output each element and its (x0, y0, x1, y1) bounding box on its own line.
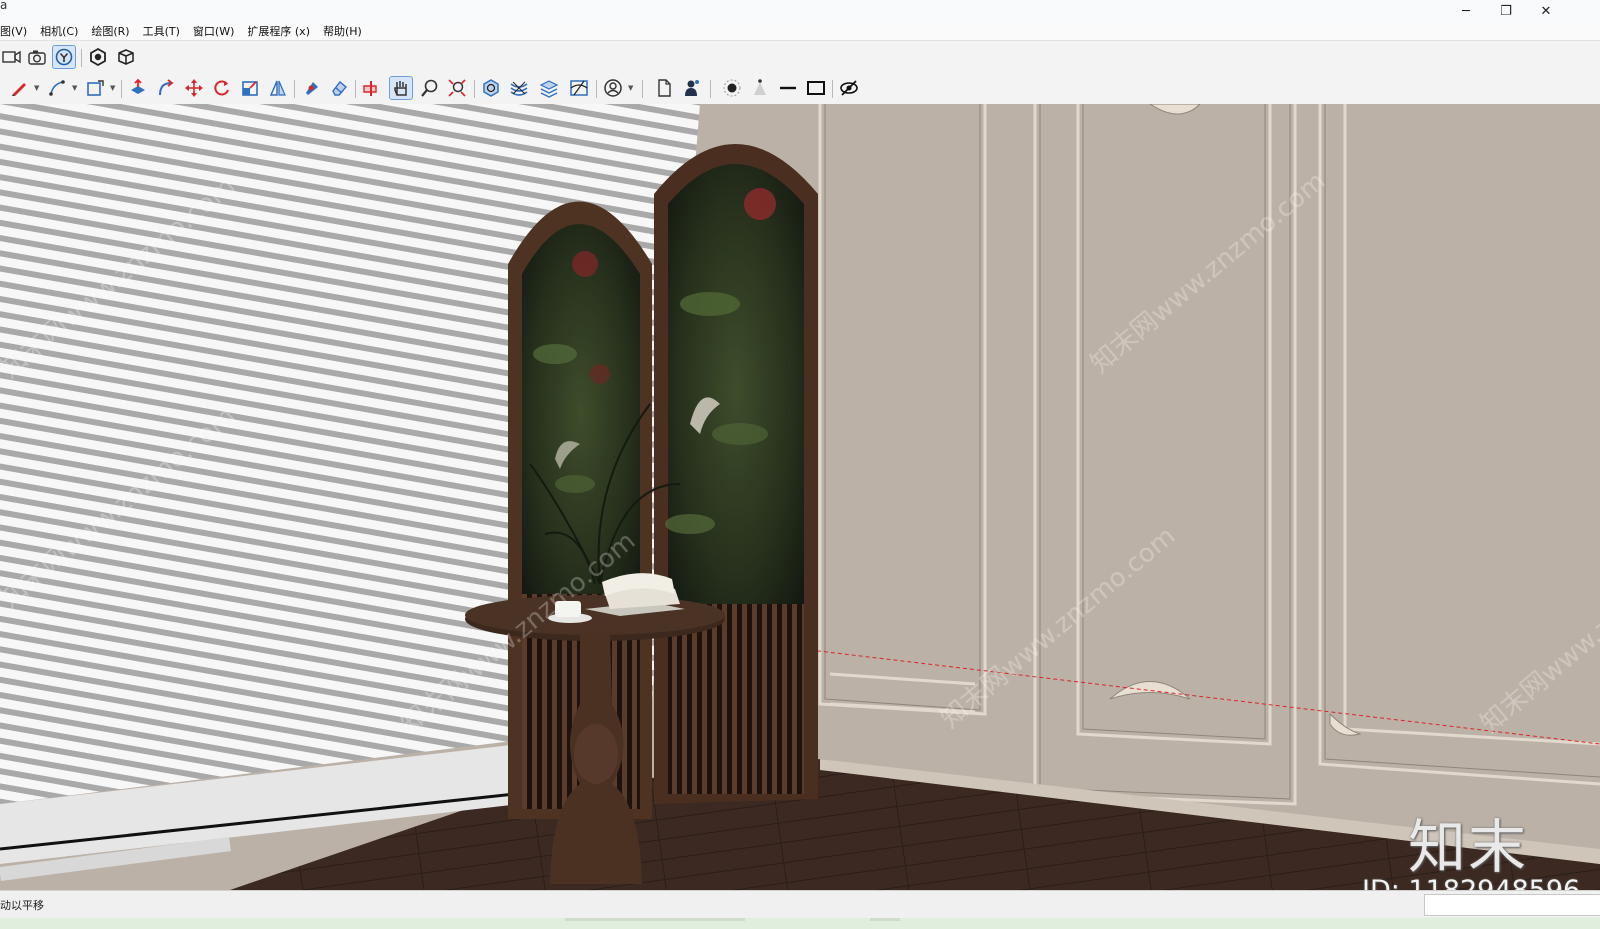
window-title: a (0, 0, 8, 12)
paint-icon[interactable] (299, 76, 323, 100)
components-icon[interactable] (86, 45, 110, 69)
sun-icon[interactable] (720, 76, 744, 100)
account-icon[interactable] (601, 76, 625, 100)
rotate-icon[interactable] (210, 76, 234, 100)
camera-preview-icon[interactable] (0, 45, 24, 69)
solid-tools-icon[interactable] (479, 76, 503, 100)
menu-view[interactable]: 图(V) (0, 23, 27, 39)
screenshot-camera-icon[interactable] (25, 45, 49, 69)
title-bar: a ─ ❐ ✕ (0, 0, 1600, 22)
account-dropdown-icon[interactable]: ▼ (628, 84, 635, 92)
menu-window[interactable]: 窗口(W) (193, 23, 234, 39)
menu-bar: 图(V) 相机(C) 绘图(R) 工具(T) 窗口(W) 扩展程序 (x) 帮助… (0, 22, 1600, 40)
measurements-box[interactable] (1424, 894, 1600, 916)
watermark-brand: 知末 (1408, 813, 1529, 881)
toolbar-main: ▼ ▼ ▼ ▼ (0, 72, 1600, 105)
move-icon[interactable] (182, 76, 206, 100)
3d-warehouse-icon[interactable] (114, 45, 138, 69)
zoom-extents-icon[interactable] (445, 76, 469, 100)
user-icon[interactable] (680, 76, 704, 100)
close-button[interactable]: ✕ (1526, 0, 1566, 22)
toolbar-top (0, 40, 1600, 73)
frame-icon[interactable] (804, 76, 828, 100)
follow-me-icon[interactable] (154, 76, 178, 100)
rectangle-dropdown-icon[interactable]: ▼ (110, 84, 117, 92)
shadow-icon[interactable] (748, 76, 772, 100)
page-icon[interactable] (652, 76, 676, 100)
scale-icon[interactable] (238, 76, 262, 100)
scenes-icon[interactable] (567, 76, 591, 100)
zoom-icon[interactable] (418, 76, 442, 100)
status-hint: 动以平移 (0, 899, 44, 912)
line-style-icon[interactable] (776, 76, 800, 100)
menu-tools[interactable]: 工具(T) (143, 23, 180, 39)
mirror-icon[interactable] (266, 76, 290, 100)
pan-icon[interactable] (389, 76, 413, 100)
push-pull-icon[interactable] (126, 76, 150, 100)
taskbar-mark (565, 918, 745, 921)
pencil-icon[interactable] (7, 76, 31, 100)
sandbox-icon[interactable] (507, 76, 531, 100)
menu-extensions[interactable]: 扩展程序 (x) (247, 23, 310, 39)
taskbar-strip (0, 918, 1600, 929)
line-icon[interactable] (45, 76, 69, 100)
status-bar: 动以平移 (0, 890, 1600, 918)
hidden-icon[interactable] (837, 76, 861, 100)
taskbar-mark-small (870, 918, 900, 921)
menu-draw[interactable]: 绘图(R) (91, 23, 129, 39)
scene-render: 知末网www.znzmo.com 知末网www.znzmo.com 知末网www… (0, 104, 1600, 890)
layers-icon[interactable] (537, 76, 561, 100)
menu-help[interactable]: 帮助(H) (323, 23, 362, 39)
eraser-icon[interactable] (327, 76, 351, 100)
menu-camera[interactable]: 相机(C) (40, 23, 78, 39)
line-dropdown-icon[interactable]: ▼ (72, 84, 79, 92)
section-icon[interactable] (360, 76, 384, 100)
minimize-button[interactable]: ─ (1446, 0, 1486, 22)
folding-screen (508, 144, 818, 819)
rectangle-icon[interactable] (83, 76, 107, 100)
pencil-dropdown-icon[interactable]: ▼ (34, 84, 41, 92)
3d-viewport[interactable]: 知末网www.znzmo.com 知末网www.znzmo.com 知末网www… (0, 104, 1600, 890)
style-icon[interactable] (52, 45, 76, 69)
restore-button[interactable]: ❐ (1486, 0, 1526, 22)
